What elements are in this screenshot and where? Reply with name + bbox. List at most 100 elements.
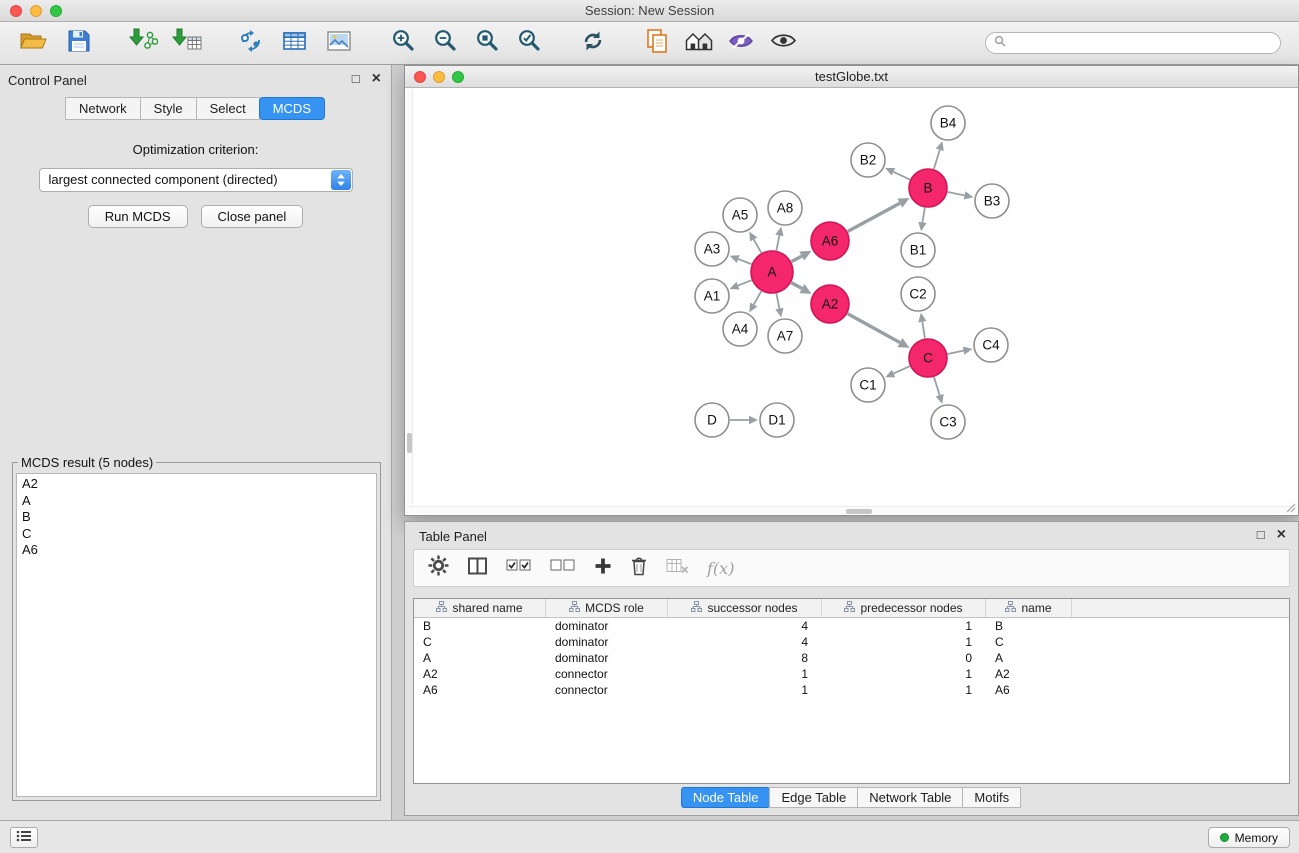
minimize-window-icon[interactable] [30,5,42,17]
delete-table-button[interactable] [666,557,689,580]
close-table-panel-icon[interactable]: × [1277,528,1286,541]
show-columns-button[interactable] [467,557,488,580]
graph-node-B1[interactable]: B1 [901,233,935,267]
graph-node-A6[interactable]: A6 [811,222,849,260]
import-network-icon [128,28,158,58]
close-panel-button[interactable]: Close panel [201,205,304,228]
tab-style[interactable]: Style [140,97,197,120]
open-session-button[interactable] [14,25,52,61]
graph-node-C1[interactable]: C1 [851,368,885,402]
graph-node-A5[interactable]: A5 [723,198,757,232]
tab-select[interactable]: Select [196,97,260,120]
network-zoom-icon[interactable] [452,71,464,83]
zoom-out-button[interactable] [426,25,464,61]
graph-node-C[interactable]: C [909,339,947,377]
network-window-titlebar[interactable]: testGlobe.txt [405,66,1298,88]
tab-network[interactable]: Network [65,97,141,120]
network-minimize-icon[interactable] [433,71,445,83]
graph-node-C4[interactable]: C4 [974,328,1008,362]
export-image-button[interactable] [320,25,358,61]
column-header-successor-nodes[interactable]: successor nodes [668,599,822,617]
column-header-name[interactable]: name [986,599,1072,617]
graph-node-D1[interactable]: D1 [760,403,794,437]
graph-node-C3[interactable]: C3 [931,405,965,439]
toolbar-search[interactable] [985,32,1281,54]
close-window-icon[interactable] [10,5,22,17]
network-view-window[interactable]: testGlobe.txt A A6 A2 B C A5 A8 A3 A1A4 A7 B4 B2 B3 B… [404,65,1299,516]
float-table-panel-icon[interactable]: □ [1257,528,1265,541]
optimization-criterion-select[interactable]: largest connected component (directed) [39,168,353,192]
graph-node-A2[interactable]: A2 [811,285,849,323]
network-window-traffic-lights[interactable] [414,71,464,83]
import-table-button[interactable] [168,25,206,61]
graph-node-A7[interactable]: A7 [768,319,802,353]
tab-motifs[interactable]: Motifs [962,787,1021,808]
result-item[interactable]: C [17,526,376,543]
column-header-MCDS-role[interactable]: MCDS role [546,599,668,617]
zoom-window-icon[interactable] [50,5,62,17]
open-recent-button[interactable] [638,25,676,61]
network-vertical-scrollbar[interactable] [406,89,413,505]
tab-node-table[interactable]: Node Table [681,787,771,808]
tab-network-table[interactable]: Network Table [857,787,963,808]
zoom-selected-button[interactable] [510,25,548,61]
add-column-button[interactable] [594,557,612,580]
run-mcds-button[interactable]: Run MCDS [88,205,188,228]
zoom-fit-button[interactable] [468,25,506,61]
table-row[interactable]: A6connector11A6 [414,682,1289,698]
tab-mcds[interactable]: MCDS [259,97,325,120]
zoom-out-icon [434,29,457,57]
graph-node-B4[interactable]: B4 [931,106,965,140]
search-input[interactable] [1011,36,1272,50]
table-settings-button[interactable] [428,555,449,581]
hide-details-button[interactable] [722,25,760,61]
new-table-button[interactable] [276,25,314,61]
node-table[interactable]: shared nameMCDS rolesuccessor nodesprede… [413,598,1290,784]
zoom-in-button[interactable] [384,25,422,61]
graph-node-A[interactable]: A [751,251,793,293]
column-header-shared-name[interactable]: shared name [414,599,546,617]
result-item[interactable]: A [17,493,376,510]
result-item[interactable]: A2 [17,476,376,493]
graph-node-A4[interactable]: A4 [723,312,757,346]
save-session-button[interactable] [60,25,98,61]
network-horizontal-scrollbar[interactable] [406,506,1297,514]
graph-node-B2[interactable]: B2 [851,143,885,177]
graph-node-C2[interactable]: C2 [901,277,935,311]
graph-node-B[interactable]: B [909,169,947,207]
graph-node-D[interactable]: D [695,403,729,437]
function-builder-button[interactable]: f(x) [707,559,734,578]
new-network-button[interactable] [232,25,270,61]
table-row[interactable]: Bdominator41B [414,618,1289,634]
delete-column-button[interactable] [630,555,648,581]
float-panel-icon[interactable]: □ [352,72,360,85]
network-canvas[interactable]: A A6 A2 B C A5 A8 A3 A1A4 A7 B4 B2 B3 B1 C2 C4 C1 C3 D D1 [406,89,1297,514]
home-networks-button[interactable] [680,25,718,61]
table-row[interactable]: Adominator80A [414,650,1289,666]
deselect-all-button[interactable] [550,559,576,578]
apply-layout-button[interactable] [574,25,612,61]
result-item[interactable]: B [17,509,376,526]
result-item[interactable]: A6 [17,542,376,559]
graph-node-A1[interactable]: A1 [695,279,729,313]
show-details-button[interactable] [764,25,802,61]
column-header-predecessor-nodes[interactable]: predecessor nodes [822,599,986,617]
select-all-button[interactable] [506,559,532,578]
graph-node-A3[interactable]: A3 [695,232,729,266]
graph-node-B3[interactable]: B3 [975,184,1009,218]
resize-grip-icon[interactable] [1283,500,1296,513]
memory-button[interactable]: Memory [1208,827,1290,848]
window-traffic-lights[interactable] [10,5,62,17]
graph-node-A8[interactable]: A8 [768,191,802,225]
close-panel-icon[interactable]: × [372,72,381,85]
table-row[interactable]: A2connector11A2 [414,666,1289,682]
import-network-button[interactable] [124,25,162,61]
vertical-scroll-thumb[interactable] [407,433,412,453]
network-graph[interactable]: A A6 A2 B C A5 A8 A3 A1A4 A7 B4 B2 B3 B1 C2 C4 C1 C3 D D1 [406,89,1297,514]
mcds-result-list[interactable]: A2ABCA6 [16,473,377,797]
table-row[interactable]: Cdominator41C [414,634,1289,650]
network-close-icon[interactable] [414,71,426,83]
tab-edge-table[interactable]: Edge Table [769,787,858,808]
horizontal-scroll-thumb[interactable] [846,509,872,514]
task-history-button[interactable] [10,827,38,848]
